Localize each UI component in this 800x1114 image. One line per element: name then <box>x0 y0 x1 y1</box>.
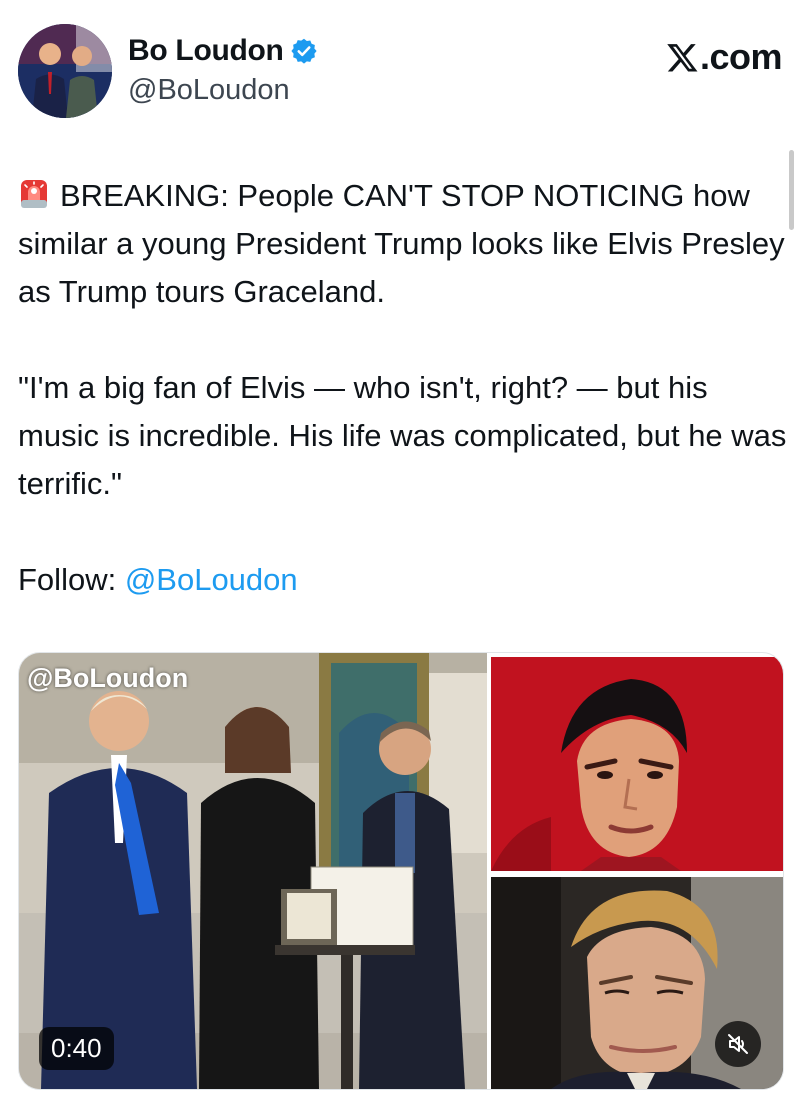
brand-link[interactable]: .com <box>666 36 783 78</box>
avatar-photo <box>18 24 112 118</box>
elvis-portrait-image <box>491 657 783 871</box>
tweet-paragraph-breaking: BREAKING: People CAN'T STOP NOTICING how… <box>18 172 788 316</box>
display-name[interactable]: Bo Loudon <box>128 34 318 68</box>
muted-speaker-icon <box>728 1034 748 1054</box>
tweet-text: BREAKING: People CAN'T STOP NOTICING how… <box>18 172 788 604</box>
media-grid: @BoLoudon 0:40 <box>18 652 784 1090</box>
display-name-text: Bo Loudon <box>128 34 284 67</box>
handle[interactable]: @BoLoudon <box>128 74 318 107</box>
follow-handle-link[interactable]: @BoLoudon <box>125 562 298 597</box>
x-logo-icon <box>667 43 698 72</box>
avatar[interactable] <box>18 24 112 118</box>
young-trump-photo[interactable] <box>491 877 783 1089</box>
tweet-quote: "I'm a big fan of Elvis — who isn't, rig… <box>18 370 787 501</box>
video-thumbnail[interactable]: @BoLoudon 0:40 <box>19 653 487 1089</box>
tweet-follow-line: Follow: @BoLoudon <box>18 556 788 604</box>
tweet-header: Bo Loudon @BoLoudon .com <box>18 22 783 122</box>
elvis-photo[interactable] <box>491 657 783 871</box>
breaking-text: BREAKING: People CAN'T STOP NOTICING how… <box>18 178 785 309</box>
verified-badge-icon <box>290 38 317 64</box>
video-duration-badge: 0:40 <box>39 1027 114 1070</box>
police-light-emoji <box>21 180 47 208</box>
video-watermark: @BoLoudon <box>27 663 189 693</box>
follow-label: Follow: <box>18 562 125 597</box>
video-frame-image <box>19 653 487 1089</box>
brand-domain: .com <box>699 36 783 77</box>
mute-button[interactable] <box>715 1021 761 1067</box>
scrollbar[interactable] <box>789 150 794 230</box>
